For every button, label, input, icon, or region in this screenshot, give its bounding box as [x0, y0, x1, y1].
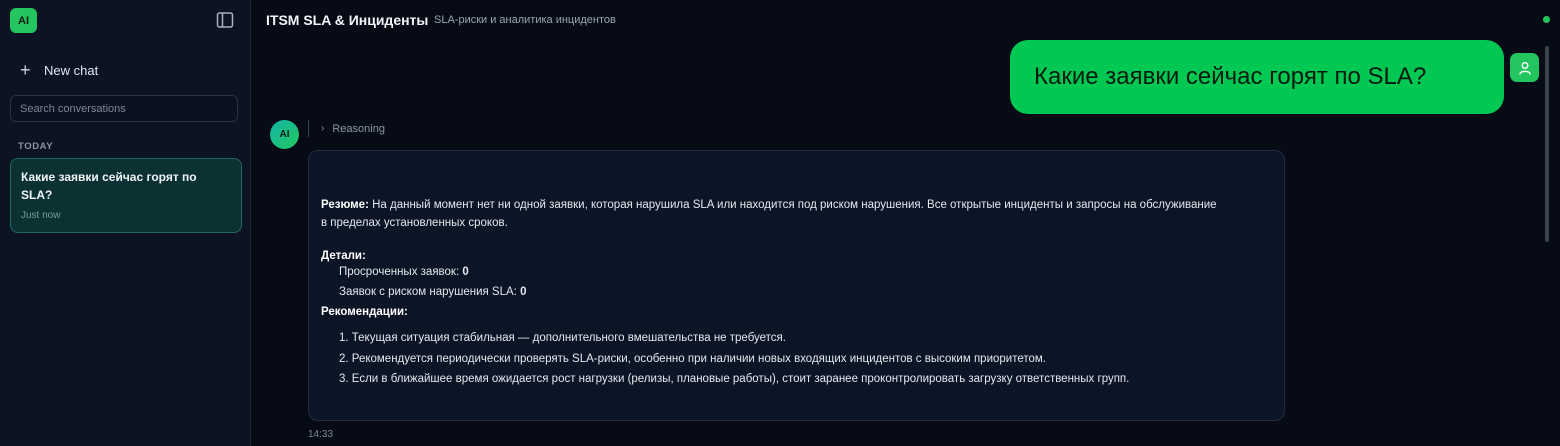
conversation-time: Just now: [21, 210, 61, 221]
detail-value: 0: [462, 266, 469, 278]
scrollbar-thumb[interactable]: [1545, 46, 1549, 242]
list-item: 3. Если в ближайшее время ожидается рост…: [339, 373, 1130, 385]
detail-label: Заявок с риском нарушения SLA:: [339, 286, 521, 298]
recommendations-list: 1. Текущая ситуация стабильная — дополни…: [339, 328, 1272, 390]
sidebar-toggle-icon[interactable]: [216, 11, 234, 29]
reasoning-label: Reasoning: [332, 122, 385, 135]
detail-row: Заявок с риском нарушения SLA: 0: [339, 282, 1272, 302]
status-indicator-icon: [1543, 16, 1550, 23]
app-logo: AI: [10, 8, 37, 33]
details-heading: Детали:: [321, 250, 366, 262]
user-icon: [1518, 61, 1531, 75]
detail-value: 0: [520, 286, 527, 298]
conversation-title: Какие заявки сейчас горят по SLA?: [21, 170, 197, 202]
summary-text: На данный момент нет ни одной заявки, ко…: [321, 199, 1217, 229]
list-item: 2. Рекомендуется периодически проверять …: [339, 352, 1047, 365]
new-chat-button[interactable]: + New chat: [20, 60, 98, 80]
conversation-item[interactable]: Какие заявки сейчас горят по SLA? Just n…: [10, 158, 242, 233]
reasoning-toggle[interactable]: › Reasoning: [308, 120, 385, 137]
new-chat-label: New chat: [44, 62, 99, 78]
plus-icon: +: [20, 60, 31, 80]
recommendations-heading: Рекомендации:: [321, 306, 408, 318]
user-avatar: [1510, 53, 1539, 82]
page-subtitle: SLA-риски и аналитика инцидентов: [434, 14, 616, 26]
chevron-right-icon: ›: [321, 123, 325, 134]
list-item: 1. Текущая ситуация стабильная — дополни…: [339, 332, 786, 344]
detail-row: Просроченных заявок: 0: [339, 262, 1272, 282]
summary-label: Резюме:: [321, 199, 369, 211]
response-summary: Резюме: На данный момент нет ни одной за…: [321, 196, 1221, 232]
detail-label: Просроченных заявок:: [339, 266, 463, 278]
page-title: ITSM SLA & Инциденты: [266, 12, 429, 28]
ai-avatar: AI: [270, 120, 299, 149]
search-conversations-input[interactable]: [10, 95, 238, 122]
message-timestamp: 14:33: [308, 429, 334, 440]
ai-response-card: Резюме: На данный момент нет ни одной за…: [308, 150, 1285, 421]
sidebar: AI + New chat TODAY Какие заявки сейчас …: [0, 0, 251, 446]
user-message-bubble: Какие заявки сейчас горят по SLA?: [1010, 40, 1504, 114]
section-label-today: TODAY: [18, 141, 54, 152]
